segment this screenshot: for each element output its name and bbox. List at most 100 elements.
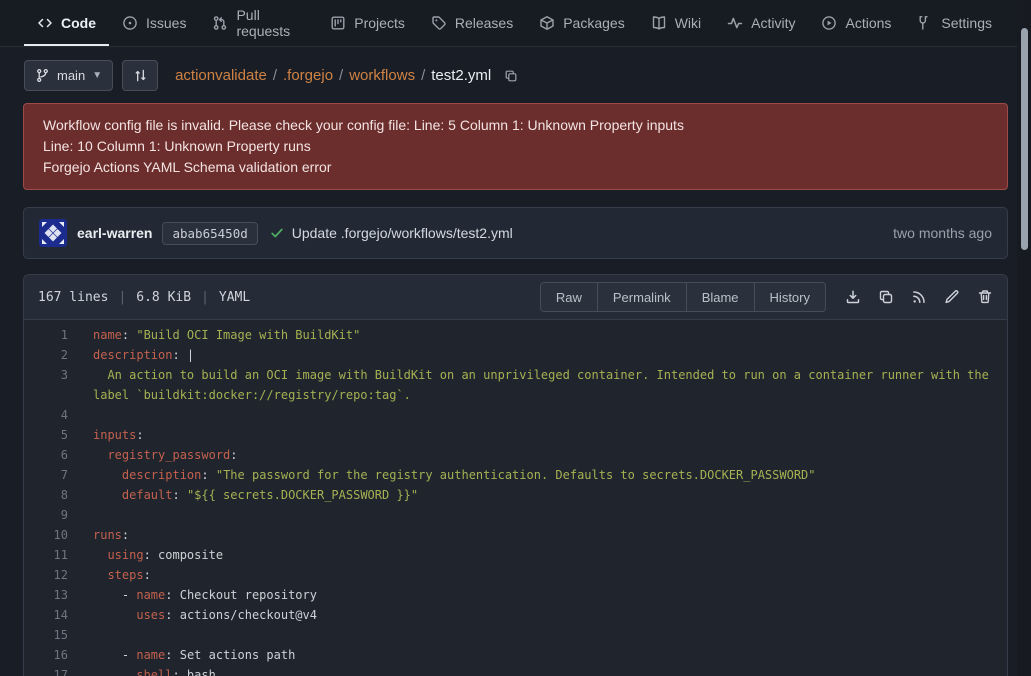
repo-nav: Code Issues Pull requests Projects Relea…	[0, 0, 1031, 47]
permalink-button[interactable]: Permalink	[597, 283, 686, 311]
line-number[interactable]: 15	[24, 625, 68, 645]
code-text: default: "${{ secrets.DOCKER_PASSWORD }}…	[68, 485, 1007, 505]
code-text: using: composite	[68, 545, 1007, 565]
line-number[interactable]: 2	[24, 345, 68, 365]
tab-packages[interactable]: Packages	[526, 0, 637, 46]
tab-label: Projects	[354, 15, 405, 31]
compare-button[interactable]	[122, 60, 158, 91]
code-lines: 1name: "Build OCI Image with BuildKit"2d…	[24, 320, 1007, 676]
code-line: 1name: "Build OCI Image with BuildKit"	[24, 325, 1007, 345]
file-view: 167 lines | 6.8 KiB | YAML Raw Permalink…	[23, 274, 1008, 676]
edit-pencil-icon[interactable]	[944, 289, 960, 305]
file-line-count: 167 lines	[38, 290, 108, 305]
pull-request-icon	[212, 15, 228, 31]
line-number[interactable]: 16	[24, 645, 68, 665]
breadcrumb-separator: /	[421, 67, 425, 84]
avatar[interactable]	[39, 219, 67, 247]
tab-label: Issues	[146, 15, 186, 31]
line-number[interactable]: 12	[24, 565, 68, 585]
code-line: 6 registry_password:	[24, 445, 1007, 465]
line-number[interactable]: 9	[24, 505, 68, 525]
breadcrumb-separator: /	[339, 67, 343, 84]
code-text: registry_password:	[68, 445, 1007, 465]
line-number[interactable]: 3	[24, 365, 68, 405]
line-number[interactable]: 10	[24, 525, 68, 545]
line-number[interactable]: 14	[24, 605, 68, 625]
tab-code[interactable]: Code	[24, 0, 109, 46]
line-number[interactable]: 7	[24, 465, 68, 485]
tab-issues[interactable]: Issues	[109, 0, 199, 46]
book-icon	[651, 15, 667, 31]
package-icon	[539, 15, 555, 31]
file-toolbar: main ▼ actionvalidate / .forgejo / workf…	[0, 47, 1031, 103]
file-language: YAML	[219, 290, 250, 305]
raw-button[interactable]: Raw	[541, 283, 597, 311]
meta-divider: |	[201, 290, 209, 305]
tab-settings[interactable]: Settings	[904, 0, 1005, 46]
code-line: 17 shell: bash	[24, 665, 1007, 676]
line-number[interactable]: 17	[24, 665, 68, 676]
line-number[interactable]: 6	[24, 445, 68, 465]
tab-label: Settings	[941, 15, 992, 31]
code-line: 13 - name: Checkout repository	[24, 585, 1007, 605]
code-line: 4	[24, 405, 1007, 425]
line-number[interactable]: 1	[24, 325, 68, 345]
tab-label: Pull requests	[236, 7, 304, 39]
breadcrumb-current-file: test2.yml	[431, 67, 491, 84]
download-icon[interactable]	[845, 289, 861, 305]
commit-message[interactable]: Update .forgejo/workflows/test2.yml	[292, 225, 513, 241]
breadcrumb-dir-link[interactable]: workflows	[349, 67, 415, 84]
chevron-down-icon: ▼	[92, 70, 102, 81]
code-text	[68, 505, 1007, 525]
code-line: 11 using: composite	[24, 545, 1007, 565]
error-line: Workflow config file is invalid. Please …	[43, 115, 988, 136]
tab-activity[interactable]: Activity	[714, 0, 808, 46]
breadcrumb-separator: /	[273, 67, 277, 84]
line-number[interactable]: 11	[24, 545, 68, 565]
line-number[interactable]: 8	[24, 485, 68, 505]
tab-actions[interactable]: Actions	[808, 0, 904, 46]
blame-button[interactable]: Blame	[686, 283, 754, 311]
tab-pull-requests[interactable]: Pull requests	[199, 0, 317, 46]
file-meta: 167 lines | 6.8 KiB | YAML	[38, 290, 250, 305]
settings-icon	[917, 15, 933, 31]
commit-status-check-icon[interactable]	[270, 226, 284, 240]
code-line: 14 uses: actions/checkout@v4	[24, 605, 1007, 625]
breadcrumb-repo-link[interactable]: actionvalidate	[175, 67, 267, 84]
code-line: 5inputs:	[24, 425, 1007, 445]
commit-author[interactable]: earl-warren	[77, 225, 152, 241]
tab-label: Activity	[751, 15, 795, 31]
tab-projects[interactable]: Projects	[317, 0, 418, 46]
page-scrollbar-thumb[interactable]	[1021, 28, 1028, 250]
file-size: 6.8 KiB	[136, 290, 191, 305]
copy-file-icon[interactable]	[878, 289, 894, 305]
code-text: runs:	[68, 525, 1007, 545]
code-text: inputs:	[68, 425, 1007, 445]
copy-path-icon[interactable]	[504, 69, 518, 83]
line-number[interactable]: 13	[24, 585, 68, 605]
tab-label: Code	[61, 15, 96, 31]
tab-wiki[interactable]: Wiki	[638, 0, 714, 46]
code-line: 8 default: "${{ secrets.DOCKER_PASSWORD …	[24, 485, 1007, 505]
code-text: description: |	[68, 345, 1007, 365]
breadcrumb: actionvalidate / .forgejo / workflows / …	[175, 67, 518, 84]
branch-selector[interactable]: main ▼	[24, 60, 113, 91]
code-text: steps:	[68, 565, 1007, 585]
code-line: 2description: |	[24, 345, 1007, 365]
line-number[interactable]: 4	[24, 405, 68, 425]
line-number[interactable]: 5	[24, 425, 68, 445]
meta-divider: |	[118, 290, 126, 305]
branch-name: main	[57, 68, 85, 83]
tab-label: Releases	[455, 15, 513, 31]
commit-time: two months ago	[893, 225, 992, 241]
rss-feed-icon[interactable]	[911, 289, 927, 305]
code-text: shell: bash	[68, 665, 1007, 676]
history-button[interactable]: History	[754, 283, 825, 311]
commit-hash-badge[interactable]: abab65450d	[162, 222, 257, 245]
breadcrumb-dir-link[interactable]: .forgejo	[283, 67, 333, 84]
tab-releases[interactable]: Releases	[418, 0, 526, 46]
delete-trash-icon[interactable]	[977, 289, 993, 305]
code-text: An action to build an OCI image with Bui…	[68, 365, 1007, 405]
code-text: - name: Checkout repository	[68, 585, 1007, 605]
code-line: 15	[24, 625, 1007, 645]
